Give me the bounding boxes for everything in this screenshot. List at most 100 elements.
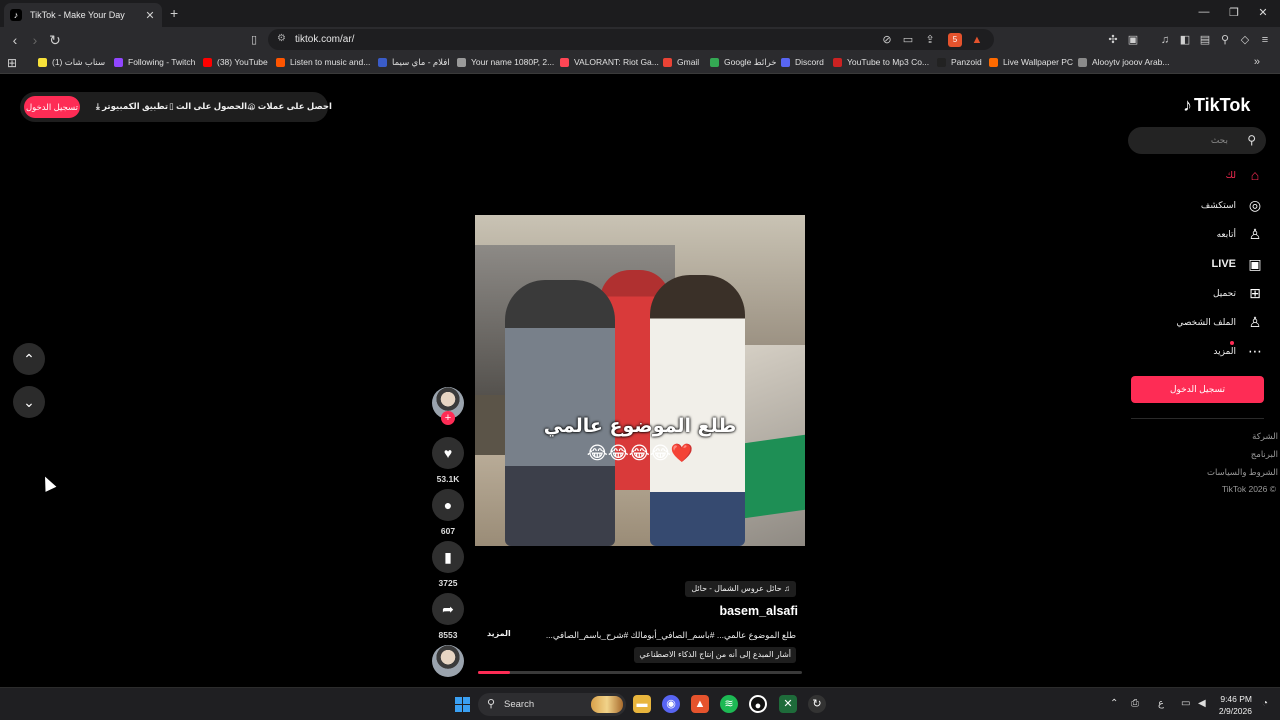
footer-company-link[interactable]: الشركة <box>1252 431 1278 442</box>
save-button[interactable]: ▮ <box>432 541 464 573</box>
taskbar-clock[interactable]: 9:46 PM 2/9/2026 <box>1219 693 1252 717</box>
desktop-app-link[interactable]: ⤓ تطبيق الكمبيوتر <box>96 101 168 112</box>
sound-avatar[interactable] <box>432 645 464 677</box>
app-icon[interactable]: ↻ <box>808 695 826 713</box>
tray-overflow-icon[interactable]: ⌃ <box>1110 698 1118 709</box>
follow-plus-icon[interactable]: + <box>441 411 455 425</box>
wallet-icon[interactable]: ▤ <box>1198 33 1212 47</box>
footer-program-link[interactable]: البرنامج <box>1251 449 1278 460</box>
obs-icon[interactable]: ● <box>749 695 767 713</box>
extensions-icon[interactable]: ✣ <box>1106 33 1120 47</box>
volume-icon[interactable]: ◀ <box>1198 698 1206 709</box>
back-icon[interactable]: ‹ <box>7 32 23 48</box>
footer-terms-link[interactable]: الشروط والسياسات <box>1207 467 1278 478</box>
bookmark-item[interactable]: (1) سناب شات <box>38 57 105 68</box>
sidebar-item-label: تحميل <box>1212 287 1236 298</box>
brave-icon[interactable]: ▲ <box>691 695 709 713</box>
like-button[interactable]: ♥ <box>432 437 464 469</box>
excel-icon[interactable]: ✕ <box>779 695 797 713</box>
brave-shield-icon[interactable]: 5 <box>948 33 962 47</box>
bookmark-item[interactable]: (38) YouTube <box>203 57 268 67</box>
sidebar-icon[interactable]: ◧ <box>1178 33 1192 47</box>
tab-close-icon[interactable]: ✕ <box>144 9 156 22</box>
bookmark-item[interactable]: Google خرائط <box>710 57 777 68</box>
share-icon[interactable]: ⇪ <box>923 33 937 47</box>
sidebar-item-following[interactable]: أتابعه ♙ <box>1217 223 1264 245</box>
bookmark-item[interactable]: Your name 1080P, 2... <box>457 57 554 67</box>
video-frame-person <box>650 275 745 546</box>
video-progress-bar[interactable] <box>478 671 802 674</box>
bookmark-item[interactable]: Alooytv jooov Arab... <box>1078 57 1170 67</box>
bookmark-item[interactable]: Following - Twitch <box>114 57 195 67</box>
upload-icon: ⊞ <box>1249 284 1261 301</box>
apps-grid-icon[interactable]: ⊞ <box>7 56 17 70</box>
clock-time: 9:46 PM <box>1220 694 1252 704</box>
sidebar-item-explore[interactable]: استكشف ◎ <box>1201 194 1264 216</box>
share-button[interactable]: ➦ <box>432 593 464 625</box>
screenshot-icon[interactable]: ▣ <box>1126 33 1140 47</box>
restore-icon[interactable]: ❐ <box>1224 6 1244 19</box>
shield-outline-icon[interactable]: ◇ <box>1238 33 1252 47</box>
windows-start-icon[interactable] <box>455 697 470 712</box>
bookmark-item[interactable]: YouTube to Mp3 Co... <box>833 57 929 67</box>
music-icon[interactable]: ♫ <box>1158 33 1172 47</box>
site-info-icon[interactable]: ⚙ <box>277 33 286 44</box>
network-icon[interactable]: ▭ <box>1181 698 1190 709</box>
notifications-icon[interactable]: ◔ <box>1262 698 1268 709</box>
get-coins-link[interactable]: ◎ احصل على عملات <box>248 101 332 112</box>
creator-username[interactable]: basem_alsafi <box>719 604 798 618</box>
sidebar-item-for-you[interactable]: لك ⌂ <box>1226 164 1264 186</box>
more-link[interactable]: المزيد <box>487 629 511 638</box>
tiktok-page: تسجيل الدخول ⤓ تطبيق الكمبيوتر ▯ الحصول … <box>0 75 1280 687</box>
spotify-icon[interactable]: ≋ <box>720 695 738 713</box>
get-app-link[interactable]: ▯ الحصول على الت... <box>169 101 254 112</box>
music-chip[interactable]: حائل عروس الشمال - حائل ♫ <box>685 581 796 597</box>
sidebar-item-upload[interactable]: تحميل ⊞ <box>1213 282 1264 304</box>
bookmark-label: Google خرائط <box>724 57 777 67</box>
file-explorer-icon[interactable]: ▬ <box>633 695 651 713</box>
search-input[interactable]: بحث ⚲ <box>1128 127 1266 154</box>
brave-rewards-icon[interactable]: ▲ <box>970 33 984 47</box>
bookmark-item[interactable]: Panzoid <box>937 57 982 67</box>
minimize-icon[interactable]: — <box>1194 6 1214 18</box>
reload-icon[interactable]: ↻ <box>47 32 63 48</box>
discord-icon[interactable]: ◉ <box>662 695 680 713</box>
sidebar-item-more[interactable]: المزيد ⋯ <box>1213 340 1264 362</box>
cast-icon[interactable]: ▭ <box>901 33 915 47</box>
tiktok-logo[interactable]: ♪ TikTok <box>1183 95 1250 116</box>
url-text: tiktok.com/ar/ <box>295 34 355 45</box>
microphone-icon[interactable]: ⎙ <box>1131 698 1139 709</box>
comment-button[interactable]: ● <box>432 489 464 521</box>
new-tab-button[interactable]: + <box>170 5 178 21</box>
bookmarks-bar: ⊞ (1) سناب شات Following - Twitch (38) You… <box>0 53 1280 74</box>
bookmarks-overflow-icon[interactable]: » <box>1254 56 1260 68</box>
window-close-icon[interactable]: ✕ <box>1253 6 1273 19</box>
compass-icon: ◎ <box>1248 196 1262 213</box>
bookmark-item[interactable]: Listen to music and... <box>276 57 370 67</box>
previous-video-button[interactable]: ⌃ <box>13 343 45 375</box>
sidebar-login-button[interactable]: تسجيل الدخول <box>1131 376 1264 403</box>
taskbar-search[interactable]: ⚲ Search <box>478 693 626 716</box>
input-language[interactable]: ع <box>1158 698 1164 709</box>
next-video-button[interactable]: ⌄ <box>13 386 45 418</box>
bookmark-item[interactable]: Discord <box>781 57 824 67</box>
forward-icon[interactable]: › <box>27 32 43 48</box>
share-count: 8553 <box>438 630 458 640</box>
browser-tab[interactable]: ♪ TikTok - Make Your Day ✕ <box>4 3 162 27</box>
bookmark-favicon-icon <box>203 57 212 67</box>
sidebar-item-profile[interactable]: الملف الشخصي ♙ <box>1176 311 1264 333</box>
video-description: طلع الموضوع عالمي... #باسم_الصافي_أبومال… <box>545 630 796 640</box>
bookmark-item[interactable]: VALORANT: Riot Ga... <box>560 57 659 67</box>
bookmark-icon[interactable]: ▯ <box>246 32 262 48</box>
vpn-icon[interactable]: ⚲ <box>1218 33 1232 47</box>
top-login-button[interactable]: تسجيل الدخول <box>24 96 80 118</box>
share-arrow-icon: ➦ <box>442 600 454 617</box>
bookmark-item[interactable]: Gmail <box>663 57 699 67</box>
search-icon[interactable]: ⚲ <box>1247 133 1256 147</box>
menu-icon[interactable]: ≡ <box>1258 33 1272 47</box>
video-player[interactable]: طلع الموضوع عالمي ❤️😂😂😂😂 <box>475 215 805 546</box>
bookmark-item[interactable]: Live Wallpaper PC <box>989 57 1073 67</box>
sidebar-item-live[interactable]: LIVE ▣ <box>1212 253 1264 275</box>
translate-off-icon[interactable]: ⊘ <box>880 33 894 47</box>
bookmark-item[interactable]: افلام - ماي سيما <box>378 57 450 68</box>
